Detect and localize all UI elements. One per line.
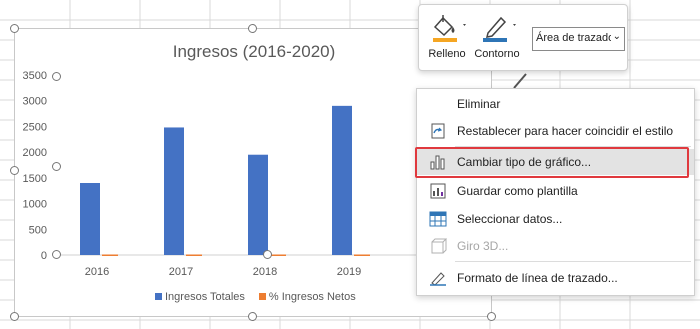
delete-icon: [429, 96, 447, 112]
rotate-3d-icon: [431, 238, 447, 254]
chart-resize-handle[interactable]: [487, 312, 496, 321]
chart-resize-handle[interactable]: [10, 24, 19, 33]
legend-swatch-blue: [155, 293, 162, 300]
reset-style-icon: [431, 123, 445, 139]
fill-label: Relleno: [428, 48, 466, 60]
menu-item-eliminar[interactable]: Eliminar: [417, 91, 694, 117]
chart-resize-handle[interactable]: [248, 312, 257, 321]
menu-item-label: Eliminar: [457, 97, 501, 111]
menu-item-guardar-plantilla[interactable]: Guardar como plantilla: [417, 178, 694, 204]
select-data-icon: [429, 211, 447, 227]
menu-item-label: Guardar como plantilla: [457, 184, 578, 198]
bar-ingresos-totales[interactable]: [332, 105, 352, 255]
menu-separator: [455, 261, 691, 262]
y-tick-label: 2000: [23, 147, 47, 159]
y-tick-label: 1500: [23, 173, 47, 185]
outline-label: Contorno: [474, 48, 520, 60]
menu-item-label: Giro 3D...: [457, 239, 509, 253]
menu-item-giro-3d: Giro 3D...: [417, 233, 694, 259]
menu-item-label: Seleccionar datos...: [457, 212, 563, 226]
legend-entry-ingresos-netos[interactable]: % Ingresos Netos: [258, 291, 356, 303]
bar-ingresos-totales[interactable]: [248, 154, 268, 255]
menu-item-formato-linea[interactable]: Formato de línea de trazado...: [417, 265, 694, 291]
x-tick-label: 2019: [337, 266, 361, 278]
paint-bucket-icon: [433, 15, 466, 42]
format-line-icon: [430, 272, 446, 286]
chart-element-dropdown[interactable]: Área de trazado ⌄: [532, 27, 625, 51]
plot-resize-handle[interactable]: [52, 162, 61, 171]
x-tick-label: 2018: [253, 266, 277, 278]
fill-color-swatch: [433, 38, 457, 42]
chart-resize-handle[interactable]: [10, 312, 19, 321]
chart-resize-handle[interactable]: [10, 166, 19, 175]
menu-item-seleccionar-datos[interactable]: Seleccionar datos...: [417, 206, 694, 232]
chart-legend[interactable]: Ingresos Totales % Ingresos Netos: [155, 291, 356, 303]
bar-ingresos-netos[interactable]: [102, 254, 118, 256]
outline-color-swatch: [483, 38, 507, 42]
menu-item-restablecer[interactable]: Restablecer para hacer coincidir el esti…: [417, 118, 694, 144]
y-tick-label: 0: [41, 250, 47, 262]
context-menu: Eliminar Restablecer para hacer coincidi…: [416, 88, 695, 296]
plot-resize-handle[interactable]: [52, 250, 61, 259]
legend-entry-ingresos-totales[interactable]: Ingresos Totales: [155, 291, 245, 303]
legend-label: % Ingresos Netos: [268, 291, 356, 303]
y-tick-label: 2500: [23, 121, 47, 133]
legend-label: Ingresos Totales: [165, 291, 245, 303]
bar-ingresos-totales[interactable]: [164, 127, 184, 255]
bar-ingresos-netos[interactable]: [186, 254, 202, 256]
y-tick-label: 1000: [23, 199, 47, 211]
menu-item-label: Restablecer para hacer coincidir el esti…: [457, 124, 674, 138]
chart-resize-handle[interactable]: [248, 24, 257, 33]
pen-outline-icon: [483, 16, 516, 42]
plot-resize-handle[interactable]: [52, 72, 61, 81]
y-tick-label: 3500: [23, 70, 47, 82]
legend-swatch-orange: [258, 293, 266, 300]
format-mini-toolbar: Relleno Contorno Área de trazado ⌄: [418, 4, 628, 71]
bar-ingresos-netos[interactable]: [354, 254, 370, 256]
fill-button[interactable]: Relleno: [422, 10, 472, 66]
y-tick-label: 3000: [23, 96, 47, 108]
x-tick-label: 2017: [169, 266, 193, 278]
bar-ingresos-netos[interactable]: [270, 254, 286, 256]
menu-item-label: Formato de línea de trazado...: [457, 271, 618, 285]
highlight-annotation: [415, 147, 689, 178]
plot-resize-handle[interactable]: [263, 250, 272, 259]
outline-button[interactable]: Contorno: [472, 10, 522, 66]
dropdown-value: Área de trazado: [536, 32, 615, 44]
y-tick-label: 500: [29, 224, 47, 236]
bar-ingresos-totales[interactable]: [80, 183, 100, 255]
x-tick-label: 2016: [85, 266, 109, 278]
save-template-icon: [430, 183, 446, 199]
chevron-down-icon: ⌄: [610, 31, 621, 42]
